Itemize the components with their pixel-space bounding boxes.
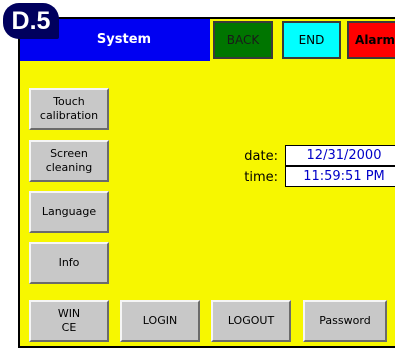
- time-field[interactable]: 11:59:51 PM: [285, 166, 395, 187]
- language-button[interactable]: Language: [29, 191, 109, 233]
- touch-calibration-label-line1: Touch: [53, 95, 85, 108]
- system-screen: System BACK END Alarm Touch calibration …: [18, 17, 395, 348]
- touch-calibration-label-line2: calibration: [39, 109, 99, 122]
- password-button[interactable]: Password: [303, 300, 387, 342]
- date-label: date:: [244, 149, 278, 164]
- back-button[interactable]: BACK: [213, 21, 273, 59]
- screen-cleaning-label-line2: cleaning: [45, 161, 93, 174]
- alarm-button[interactable]: Alarm: [347, 21, 395, 59]
- touch-calibration-button[interactable]: Touch calibration: [29, 88, 109, 130]
- time-label: time:: [244, 170, 278, 185]
- info-button[interactable]: Info: [29, 242, 109, 284]
- login-button[interactable]: LOGIN: [120, 300, 200, 342]
- wince-label-line1: WIN: [57, 307, 81, 320]
- info-label: Info: [58, 256, 80, 269]
- login-label: LOGIN: [142, 314, 178, 327]
- password-label: Password: [319, 314, 371, 327]
- logout-label: LOGOUT: [227, 314, 275, 327]
- wince-button[interactable]: WIN CE: [29, 300, 109, 342]
- section-badge: D.5: [3, 3, 59, 39]
- screen-cleaning-label-line1: Screen: [50, 147, 88, 160]
- end-button[interactable]: END: [282, 21, 341, 59]
- date-field[interactable]: 12/31/2000: [285, 145, 395, 166]
- screen-title: System: [96, 32, 152, 47]
- screen-cleaning-button[interactable]: Screen cleaning: [29, 140, 109, 182]
- language-label: Language: [41, 205, 97, 218]
- wince-label-line2: CE: [61, 321, 77, 334]
- logout-button[interactable]: LOGOUT: [211, 300, 291, 342]
